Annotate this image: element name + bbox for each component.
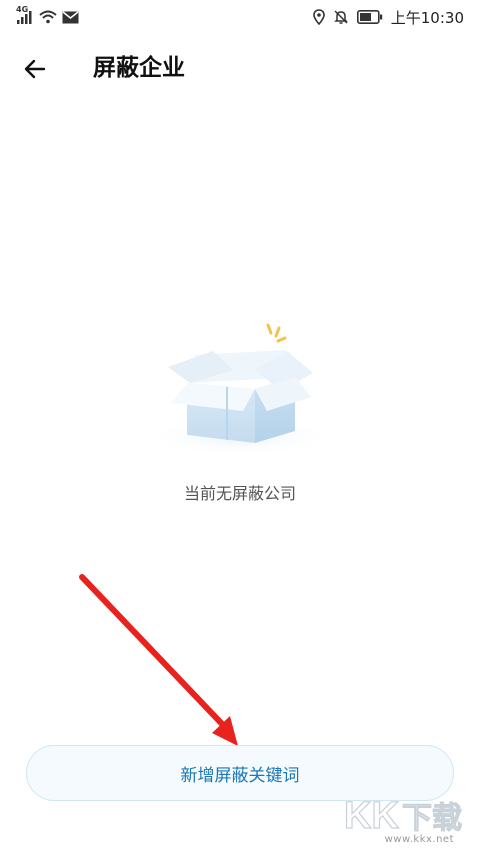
empty-state-message: 当前无屏蔽公司 xyxy=(183,484,296,503)
watermark-url: www.kkx.net xyxy=(384,834,454,845)
status-left-group: 4G xyxy=(16,5,79,26)
back-button[interactable] xyxy=(20,54,50,84)
mute-icon xyxy=(333,10,348,24)
mail-icon xyxy=(62,10,79,23)
location-icon xyxy=(312,9,325,25)
battery-icon xyxy=(356,10,382,24)
status-right-group: 上午10:30 xyxy=(312,8,464,27)
arrow-left-icon xyxy=(24,59,46,79)
page-title: 屏蔽企业 xyxy=(93,55,185,81)
status-clock: 上午10:30 xyxy=(390,8,464,27)
app-header: 屏蔽企业 xyxy=(0,46,480,90)
empty-box-icon xyxy=(140,323,340,457)
svg-text:KK: KK xyxy=(344,795,399,837)
svg-text:下载: 下载 xyxy=(402,801,462,836)
network-type-label: 4G xyxy=(16,5,29,14)
wifi-icon xyxy=(39,10,57,24)
status-bar: 4G 上午10:30 xyxy=(0,0,480,34)
